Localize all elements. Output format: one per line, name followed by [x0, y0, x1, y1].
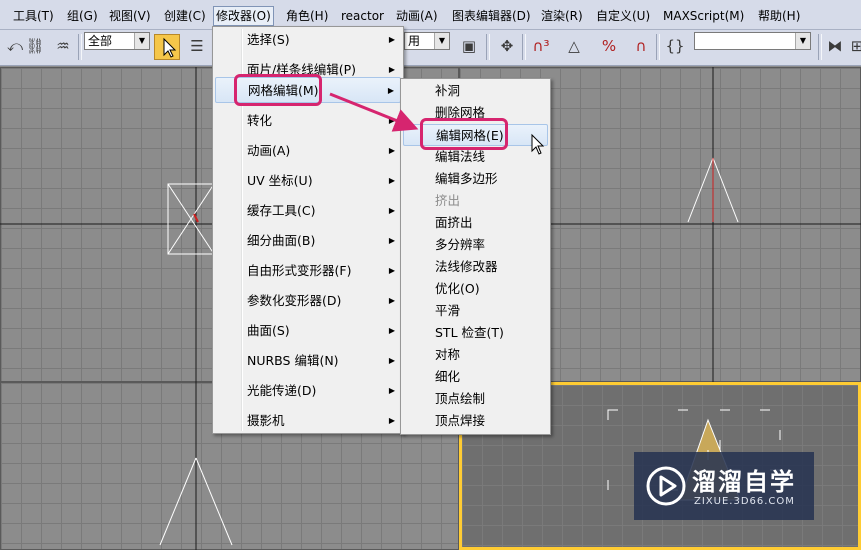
watermark: 溜溜自学 ZIXUE.3D66.COM	[634, 452, 814, 520]
play-logo-icon	[646, 466, 686, 506]
watermark-url: ZIXUE.3D66.COM	[694, 496, 795, 507]
watermark-brand: 溜溜自学	[692, 468, 796, 496]
mouse-cursor-icon	[531, 133, 545, 155]
